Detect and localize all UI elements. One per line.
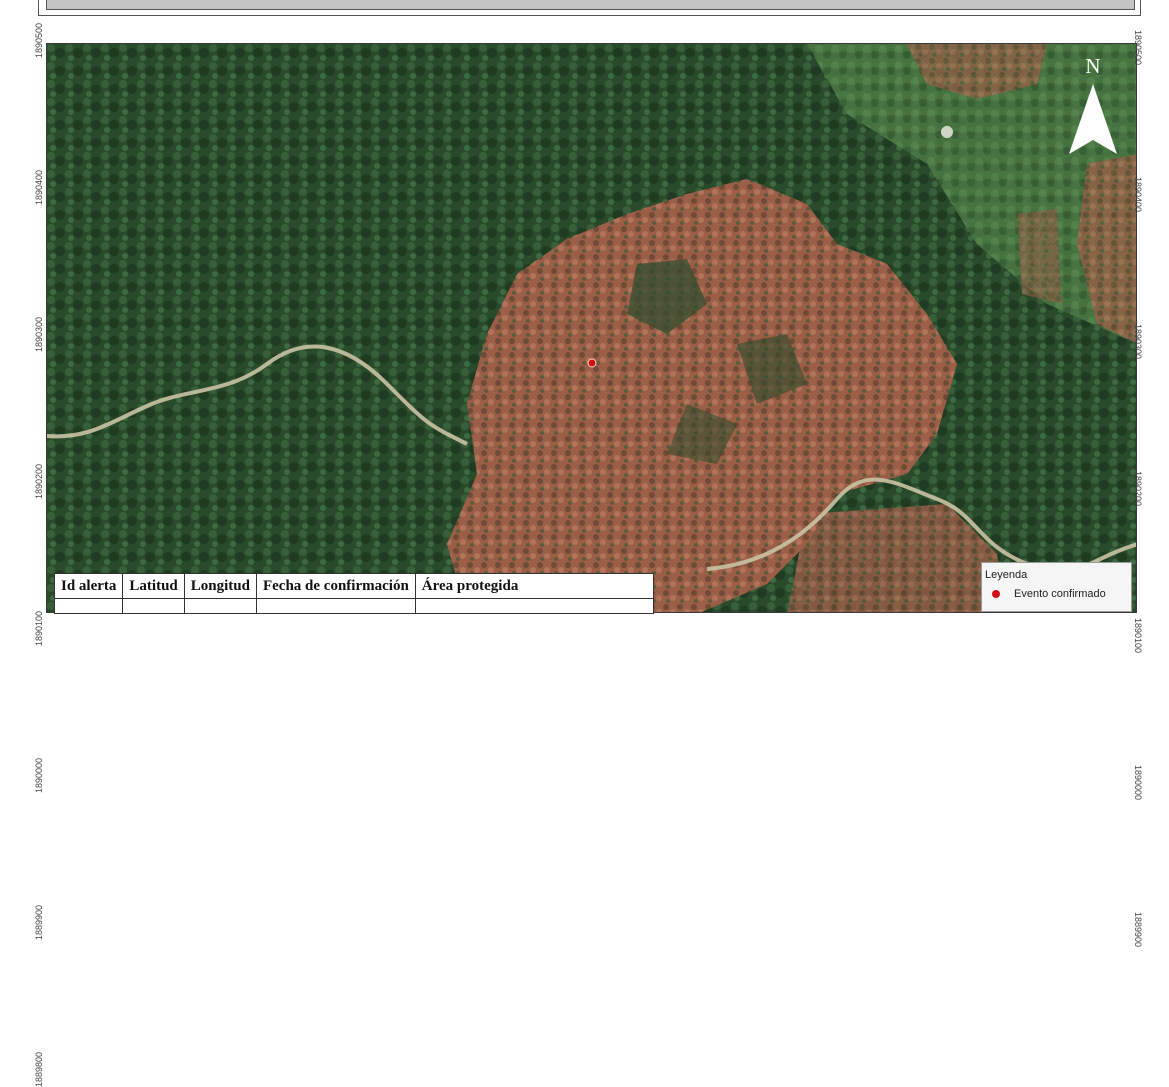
coord-right-label: 1890000 [1133, 765, 1143, 801]
coord-right-label: 1889900 [1133, 912, 1143, 948]
legend-title: Leyenda [985, 569, 1028, 581]
coord-left-label: 1890400 [34, 169, 44, 205]
table-cell [122, 598, 185, 614]
alert-attribute-table: Id alerta Latitud Longitud Fecha de conf… [53, 573, 654, 614]
table-cell [255, 598, 416, 614]
map-legend: Leyenda Evento confirmado [981, 562, 1132, 612]
column-header-longitud: Longitud [183, 573, 257, 599]
coord-right-label: 1890100 [1133, 618, 1143, 654]
coord-left-label: 1890300 [34, 316, 44, 352]
satellite-map[interactable] [46, 43, 1137, 613]
legend-item-confirmed-event: Evento confirmado [992, 588, 1106, 600]
column-header-fecha-confirmacion: Fecha de confirmación [255, 573, 416, 599]
map-title-bar [46, 0, 1135, 10]
red-dot-icon [992, 590, 1000, 598]
coord-left-label: 1890500 [34, 22, 44, 58]
coord-right-label: 1890500 [1133, 30, 1143, 66]
coord-right-label: 1890400 [1133, 177, 1143, 213]
coord-left-label: 1890100 [34, 610, 44, 646]
north-arrow-icon [1069, 84, 1117, 154]
coord-right-label: 1890300 [1133, 324, 1143, 360]
column-header-latitud: Latitud [122, 573, 185, 599]
table-cell [53, 598, 124, 614]
coord-left-label: 1889900 [34, 904, 44, 940]
confirmed-event-marker[interactable] [587, 358, 597, 368]
table-cell [183, 598, 257, 614]
column-header-id-alerta: Id alerta [53, 573, 124, 599]
table-cell [414, 598, 654, 614]
table-row [53, 598, 654, 614]
coord-left-label: 1890200 [34, 463, 44, 499]
coord-left-label: 1890000 [34, 757, 44, 793]
coord-left-label: 1889800 [34, 1051, 44, 1087]
table-header-row: Id alerta Latitud Longitud Fecha de conf… [53, 573, 654, 599]
north-arrow: N [1066, 54, 1120, 156]
map-title-frame [38, 0, 1141, 16]
coord-right-label: 1890200 [1133, 471, 1143, 507]
satellite-imagery [47, 44, 1136, 612]
legend-item-label: Evento confirmado [1014, 588, 1106, 600]
column-header-area-protegida: Área protegida [414, 573, 654, 599]
